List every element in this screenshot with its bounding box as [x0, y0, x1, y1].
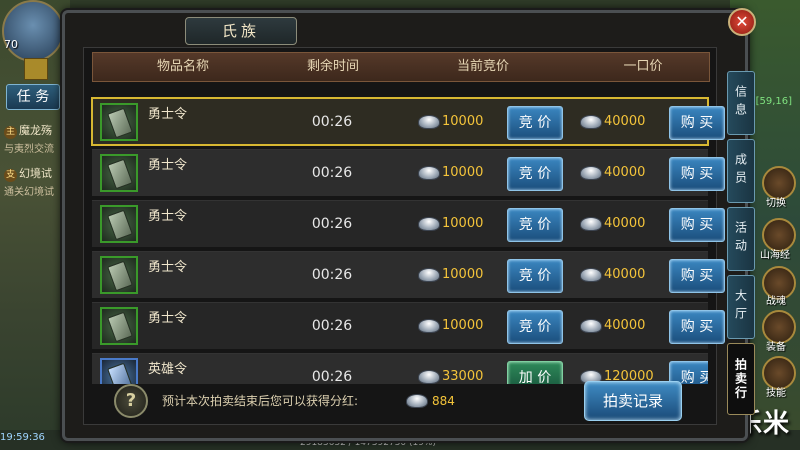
- bid-button[interactable]: 竞 价: [507, 259, 563, 293]
- silver-ingot-icon: [406, 394, 428, 408]
- time-remaining: 00:26: [311, 267, 353, 283]
- clan-auction-panel: 氏族 物品名称 剩余时间 当前竞价 一口价 勇士令 00:26 10000 竞 …: [62, 10, 755, 441]
- buff-icon[interactable]: [24, 58, 48, 80]
- bid-button[interactable]: 竞 价: [507, 157, 563, 191]
- time-remaining: 00:26: [311, 216, 353, 232]
- quest-title: 幻境试: [19, 167, 52, 180]
- item-name: 勇士令: [148, 158, 188, 173]
- map-coordinates: [59,16]: [755, 96, 792, 107]
- buyout-price: 40000: [604, 267, 646, 282]
- item-name: 勇士令: [148, 311, 188, 326]
- current-bid: 10000: [442, 267, 484, 282]
- silver-ingot-icon: [580, 166, 602, 180]
- quest-title: 魔龙殇: [19, 124, 52, 137]
- dividend-value: 884: [432, 394, 455, 408]
- quest-desc: 通关幻境试: [4, 187, 54, 198]
- time-remaining: 00:26: [311, 165, 353, 181]
- bid-button[interactable]: 竞 价: [507, 106, 563, 140]
- buyout-price: 40000: [604, 318, 646, 333]
- warrior-token-icon[interactable]: [100, 256, 138, 294]
- item-name: 勇士令: [148, 107, 188, 122]
- current-bid: 10000: [442, 318, 484, 333]
- warrior-token-icon[interactable]: [100, 154, 138, 192]
- time-remaining: 00:26: [311, 114, 353, 130]
- silver-ingot-icon: [418, 217, 440, 231]
- current-bid: 10000: [442, 114, 484, 129]
- item-name: 英雄令: [148, 362, 188, 377]
- silver-ingot-icon: [580, 319, 602, 333]
- right-icon-label: 技能: [766, 388, 786, 399]
- panel-title: 氏族: [185, 17, 297, 45]
- silver-ingot-icon: [580, 268, 602, 282]
- auction-record-button[interactable]: 拍卖记录: [584, 381, 682, 421]
- table-row[interactable]: 勇士令 00:26 10000 竞 价 40000 购 买: [92, 200, 725, 247]
- quest-tag: 主: [4, 126, 17, 139]
- right-icon-label: 装备: [766, 342, 786, 353]
- buyout-price: 40000: [604, 165, 646, 180]
- buy-button[interactable]: 购 买: [669, 106, 725, 140]
- table-row[interactable]: 勇士令 00:26 10000 竞 价 40000 购 买: [92, 149, 725, 196]
- table-row[interactable]: 勇士令 00:26 10000 竞 价 40000 购 买: [92, 302, 725, 349]
- current-bid: 10000: [442, 165, 484, 180]
- tab-activities[interactable]: 活动: [727, 207, 755, 271]
- bid-button[interactable]: 竞 价: [507, 310, 563, 344]
- silver-ingot-icon: [418, 166, 440, 180]
- warrior-token-icon[interactable]: [100, 205, 138, 243]
- buy-button[interactable]: 购 买: [669, 310, 725, 344]
- auction-list: 物品名称 剩余时间 当前竞价 一口价 勇士令 00:26 10000 竞 价 4…: [83, 47, 725, 425]
- close-icon[interactable]: ✕: [728, 8, 756, 36]
- quest-desc: 与夷烈交流: [4, 144, 54, 155]
- column-header-time: 剩余时间: [306, 59, 359, 74]
- buy-button[interactable]: 购 买: [669, 208, 725, 242]
- quest-main[interactable]: 主魔龙殇: [4, 122, 52, 139]
- silver-ingot-icon: [580, 115, 602, 129]
- player-avatar[interactable]: [2, 0, 64, 62]
- table-row[interactable]: 勇士令 00:26 10000 竞 价 40000 购 买: [91, 97, 725, 146]
- quest-side[interactable]: 支幻境试: [4, 165, 52, 182]
- silver-ingot-icon: [418, 115, 440, 129]
- item-name: 勇士令: [148, 260, 188, 275]
- tab-members[interactable]: 成员: [727, 139, 755, 203]
- table-header: 物品名称 剩余时间 当前竞价 一口价: [92, 52, 710, 82]
- right-icon-label: 切换: [766, 198, 786, 209]
- dividend-text: 预计本次拍卖结束后您可以获得分红:: [162, 394, 359, 408]
- buyout-price: 40000: [604, 114, 646, 129]
- current-bid: 10000: [442, 216, 484, 231]
- silver-ingot-icon: [418, 319, 440, 333]
- warrior-token-icon[interactable]: [100, 103, 138, 141]
- auction-footer: ? 预计本次拍卖结束后您可以获得分红: 884 拍卖记录: [92, 380, 708, 422]
- quest-tag: 支: [4, 169, 17, 182]
- buy-button[interactable]: 购 买: [669, 259, 725, 293]
- column-header-item: 物品名称: [156, 59, 209, 74]
- tab-hall[interactable]: 大厅: [727, 275, 755, 339]
- column-header-buyout: 一口价: [623, 59, 663, 74]
- bid-button[interactable]: 竞 价: [507, 208, 563, 242]
- help-icon[interactable]: ?: [114, 384, 148, 418]
- silver-ingot-icon: [580, 217, 602, 231]
- right-icon-label: 战魂: [766, 296, 786, 307]
- tab-info[interactable]: 信息: [727, 71, 755, 135]
- buyout-price: 40000: [604, 216, 646, 231]
- buy-button[interactable]: 购 买: [669, 157, 725, 191]
- column-header-bid: 当前竞价: [456, 59, 509, 74]
- player-level: 70: [4, 38, 18, 51]
- tab-auction-house[interactable]: 拍卖行: [727, 343, 755, 415]
- silver-ingot-icon: [418, 268, 440, 282]
- task-button[interactable]: 任 务: [6, 84, 60, 110]
- item-name: 勇士令: [148, 209, 188, 224]
- table-row[interactable]: 勇士令 00:26 10000 竞 价 40000 购 买: [92, 251, 725, 298]
- warrior-token-icon[interactable]: [100, 307, 138, 345]
- time-remaining: 00:26: [311, 318, 353, 334]
- right-icon-label: 山海经: [760, 250, 790, 261]
- game-clock: 19:59:36: [0, 432, 45, 443]
